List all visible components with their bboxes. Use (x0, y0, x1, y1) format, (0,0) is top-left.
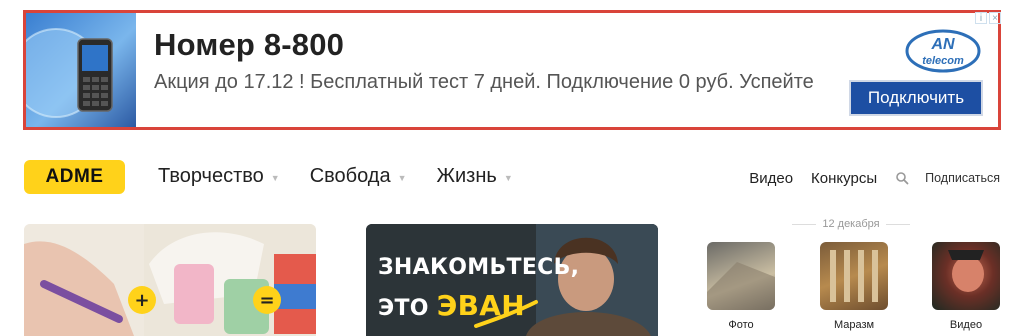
video-link[interactable]: Видео (749, 170, 793, 187)
sidebar-thumb-label[interactable]: Маразм (820, 319, 888, 331)
ad-banner[interactable]: Номер 8-800 Акция до 17.12 ! Бесплатный … (23, 10, 1001, 130)
adme-logo[interactable]: ADME (24, 160, 125, 194)
chevron-down-icon: ▼ (270, 173, 280, 183)
ad-phone-image[interactable] (26, 13, 136, 127)
sidebar-thumb-video[interactable] (932, 242, 1000, 310)
ad-text[interactable]: Акция до 17.12 ! Бесплатный тест 7 дней.… (154, 68, 814, 96)
sidebar-thumb-photo[interactable] (707, 242, 775, 310)
headline-highlight: ЭВАН (436, 289, 525, 322)
subscribe-link[interactable]: Подписаться (925, 171, 1000, 185)
article-card-evan[interactable]: ЗНАКОМЬТЕСЬ, ЭТО ЭВАН (366, 224, 658, 336)
svg-text:+: + (134, 290, 149, 311)
nav-item-label: Свобода (309, 164, 391, 187)
ad-close-icon[interactable]: × (989, 12, 1001, 24)
ad-logo-main-text: AN (930, 36, 955, 53)
nav-item-label: Жизнь (436, 164, 497, 187)
ad-logo-sub-text: telecom (922, 55, 964, 67)
ad-connect-button[interactable]: Подключить (849, 80, 983, 116)
nav-item-tvorchestvo[interactable]: Творчество ▼ (158, 164, 280, 188)
ad-controls: i × (975, 12, 1001, 25)
sidebar-thumb-label[interactable]: Фото (707, 319, 775, 331)
ad-title[interactable]: Номер 8-800 (154, 27, 344, 63)
header-right-links: Видео Конкурсы Подписаться (749, 168, 1000, 188)
chevron-down-icon: ▼ (503, 173, 513, 183)
headline-line-2: ЭТО ЭВАН (378, 287, 579, 328)
sidebar-thumb-label[interactable]: Видео (932, 319, 1000, 331)
sidebar-thumb-marazm[interactable] (820, 242, 888, 310)
svg-text:=: = (259, 290, 274, 311)
article-card-evan-headline: ЗНАКОМЬТЕСЬ, ЭТО ЭВАН (378, 249, 579, 328)
nav-item-svoboda[interactable]: Свобода ▼ (310, 164, 407, 188)
headline-line-1: ЗНАКОМЬТЕСЬ, (378, 255, 580, 280)
search-icon[interactable] (895, 171, 909, 185)
nav-item-zhizn[interactable]: Жизнь ▼ (437, 164, 513, 188)
article-card-craft[interactable]: + = (24, 224, 316, 336)
nav-item-label: Творчество (158, 164, 264, 187)
article-card-craft-image: + = (24, 224, 316, 336)
ad-info-icon[interactable]: i (975, 12, 987, 24)
chevron-down-icon: ▼ (397, 173, 407, 183)
ad-logo-an-telecom[interactable]: AN telecom (904, 27, 982, 75)
main-nav: Творчество ▼ Свобода ▼ Жизнь ▼ (158, 164, 513, 188)
sidebar-date: 12 декабря (792, 218, 910, 230)
contests-link[interactable]: Конкурсы (811, 170, 877, 187)
headline-word: ЭТО (378, 296, 429, 321)
